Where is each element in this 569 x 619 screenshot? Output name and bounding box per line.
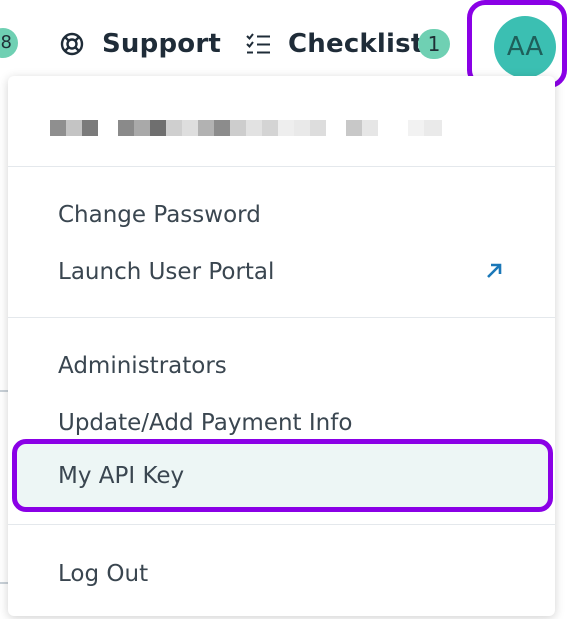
launch-user-portal-label: Launch User Portal — [58, 259, 275, 285]
background-divider — [0, 582, 8, 584]
notification-badge-count: 8 — [0, 32, 12, 53]
background-divider — [0, 390, 8, 392]
notification-badge[interactable]: 8 — [0, 28, 18, 58]
my-api-key-label: My API Key — [58, 462, 185, 489]
menu-divider — [8, 166, 555, 167]
avatar-highlight-frame: AA — [467, 0, 567, 88]
support-label: Support — [102, 29, 221, 59]
lifebuoy-icon — [60, 32, 84, 56]
my-api-key-item[interactable]: My API Key — [12, 439, 553, 512]
log-out-item[interactable]: Log Out — [8, 549, 555, 599]
administrators-label: Administrators — [58, 353, 227, 379]
change-password-label: Change Password — [58, 202, 261, 228]
checklist-label: Checklist — [288, 29, 424, 59]
checklist-count-badge: 1 — [418, 29, 450, 59]
update-payment-info-label: Update/Add Payment Info — [58, 410, 353, 436]
menu-divider — [8, 524, 555, 525]
checklist-icon — [246, 33, 270, 54]
avatar[interactable]: AA — [494, 16, 556, 78]
administrators-item[interactable]: Administrators — [8, 341, 555, 391]
account-dropdown-menu: Change Password Launch User Portal Admin… — [8, 76, 555, 616]
change-password-item[interactable]: Change Password — [8, 190, 555, 240]
menu-divider — [8, 317, 555, 318]
support-link[interactable]: Support — [58, 22, 221, 66]
redacted-email — [50, 120, 512, 136]
checklist-link[interactable]: Checklist — [244, 22, 423, 66]
external-link-icon — [487, 263, 502, 278]
top-navigation-bar: 8 Support Checklist 1 AA — [0, 0, 569, 88]
log-out-label: Log Out — [58, 561, 149, 587]
launch-user-portal-item[interactable]: Launch User Portal — [8, 247, 555, 297]
